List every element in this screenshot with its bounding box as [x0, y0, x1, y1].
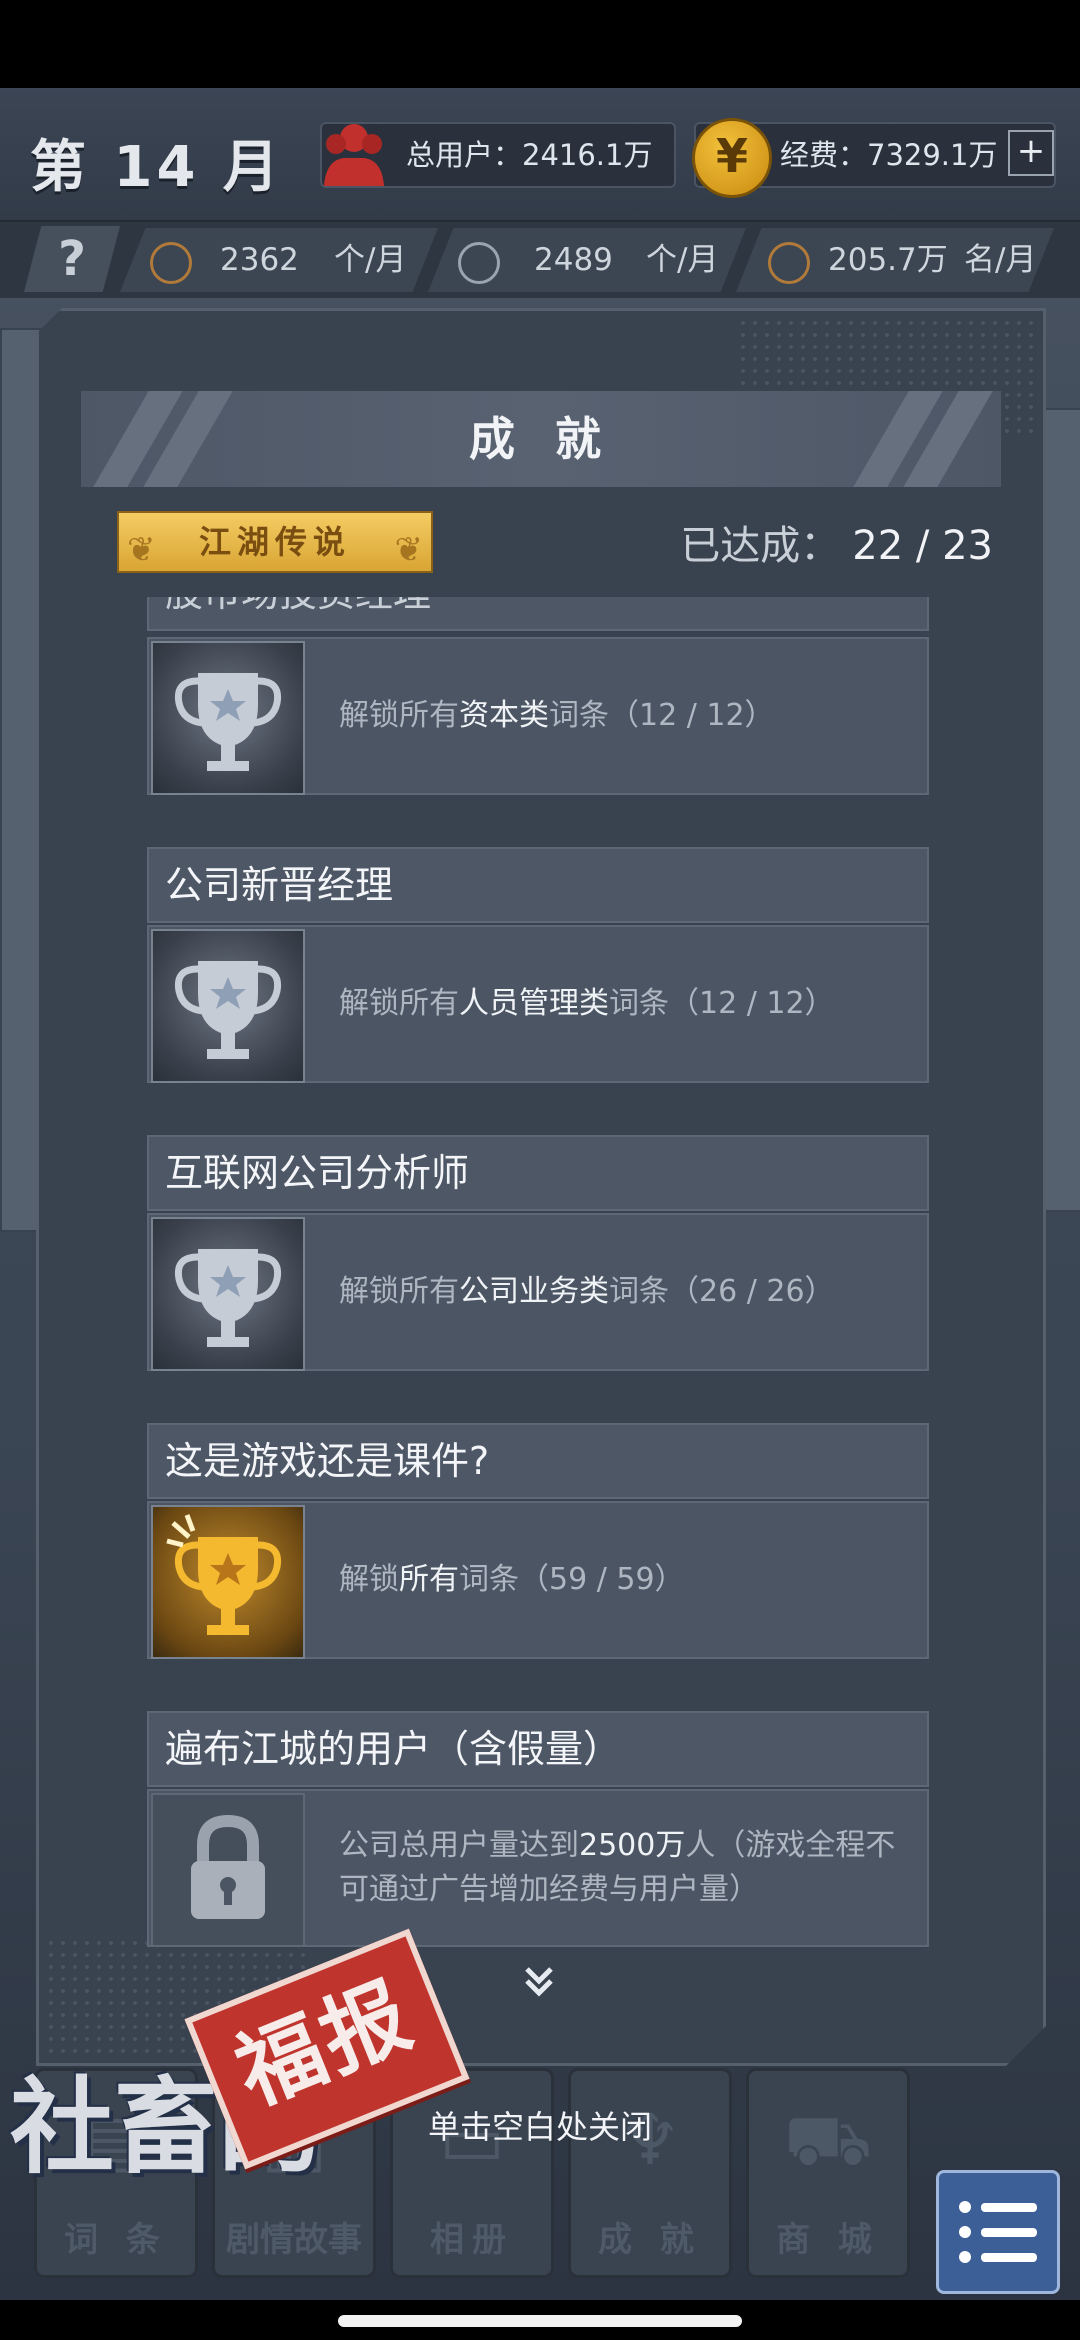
- achievement-title: 这是游戏还是课件?: [147, 1423, 929, 1499]
- achievement-title: 公司新晋经理: [147, 847, 929, 923]
- desc-highlight: 所有: [399, 1562, 459, 1597]
- add-funds-button[interactable]: +: [1008, 130, 1054, 176]
- nav-achievements-button[interactable]: ♆ 成 就: [568, 2068, 732, 2278]
- desc-text: 公司总用户量达到: [339, 1828, 579, 1863]
- menu-icon: [959, 2226, 971, 2238]
- trophy-silver-icon: [151, 1217, 305, 1371]
- scroll-down-icon[interactable]: [519, 1961, 559, 2001]
- badge-label: 江湖传说: [198, 523, 351, 561]
- yen-coin-icon: ¥: [692, 118, 772, 198]
- desc-highlight: 2500万: [579, 1828, 686, 1863]
- stat-unit: 个/月: [334, 242, 407, 278]
- desc-highlight: 资本类: [459, 698, 549, 733]
- panel-title: 成 就: [468, 412, 613, 466]
- menu-button[interactable]: [936, 2170, 1060, 2294]
- menu-icon-line: [981, 2228, 1037, 2237]
- background-building: [1040, 408, 1080, 1212]
- nav-label: 剧情故事: [226, 2220, 362, 2260]
- month-label: 第 14 月: [30, 135, 283, 200]
- stat-unit: 名/月: [964, 242, 1037, 278]
- achieved-count: 22 / 23: [852, 523, 993, 569]
- desc-highlight: 公司业务类: [459, 1274, 609, 1309]
- person-icon: [768, 242, 810, 284]
- nav-label: 词 条: [64, 2220, 168, 2260]
- lock-icon: [151, 1793, 305, 1947]
- desc-text: 解锁所有: [339, 986, 459, 1021]
- trophy-silver-icon: [151, 641, 305, 795]
- wrench-icon: [458, 242, 500, 284]
- achievement-description: 公司总用户量达到2500万人（游戏全程不可通过广告增加经费与用户量）: [339, 1791, 899, 1945]
- top-hud: 第 14 月 总用户：2416.1万 经费：7329.1万 ¥ +: [0, 88, 1080, 223]
- title-badge: ❦ 江湖传说 ❦: [117, 511, 433, 573]
- menu-icon-line: [981, 2253, 1037, 2262]
- achievement-item: 解锁所有公司业务类词条（26 / 26）: [147, 1213, 929, 1371]
- laurel-right-icon: ❦: [394, 530, 423, 570]
- desc-highlight: 人员管理类: [459, 986, 609, 1021]
- nav-label: 相册: [430, 2220, 514, 2260]
- achieved-label: 已达成：: [680, 523, 841, 569]
- achievement-title: 互联网公司分析师: [147, 1135, 929, 1211]
- desc-text: 解锁: [339, 1562, 399, 1597]
- achievement-item: 解锁所有资本类词条（12 / 12）: [147, 637, 929, 795]
- nav-shop-button[interactable]: ⛟ 商 城: [746, 2068, 910, 2278]
- stat-unit: 个/月: [646, 242, 719, 278]
- desc-text: 解锁所有: [339, 1274, 459, 1309]
- lightbulb-icon: [150, 242, 192, 284]
- achievement-title: 遍布江城的用户（含假量）: [147, 1711, 929, 1787]
- achievements-panel: 成 就 ❦ 江湖传说 ❦ 已达成：22 / 23 股市场投资经理 解锁: [36, 308, 1046, 2066]
- menu-icon-line: [981, 2203, 1037, 2212]
- nav-label: 成 就: [598, 2220, 702, 2260]
- stat-value: 2489: [534, 242, 613, 278]
- achievement-title-partial: 股市场投资经理: [147, 597, 929, 631]
- game-logo: 社畜的 福报: [0, 1928, 470, 2188]
- achievement-list[interactable]: 股市场投资经理 解锁所有资本类词条（12 / 12） 公司新晋经理: [111, 597, 973, 1947]
- achievement-item: 公司总用户量达到2500万人（游戏全程不可通过广告增加经费与用户量）: [147, 1789, 929, 1947]
- achievement-item: 解锁所有词条（59 / 59）: [147, 1501, 929, 1659]
- stat-value: 2362: [220, 242, 299, 278]
- trophy-silver-icon: [151, 929, 305, 1083]
- stat-tech: 2489 个/月: [428, 228, 746, 292]
- nav-label: 商 城: [776, 2220, 880, 2260]
- achievement-description: 解锁所有词条（59 / 59）: [339, 1503, 899, 1657]
- achieved-counter: 已达成： 22 / 23: [680, 513, 993, 571]
- menu-icon: [959, 2201, 971, 2213]
- desc-text: 词条（59 / 59）: [459, 1562, 685, 1597]
- menu-icon: [959, 2251, 971, 2263]
- desc-text: 词条（12 / 12）: [549, 698, 775, 733]
- desc-text: 词条（12 / 12）: [609, 986, 835, 1021]
- achievement-description: 解锁所有资本类词条（12 / 12）: [339, 639, 899, 793]
- desc-text: 解锁所有: [339, 698, 459, 733]
- cart-icon: ⛟: [783, 2099, 873, 2181]
- stat-value: 205.7万: [828, 242, 948, 278]
- achievement-description: 解锁所有公司业务类词条（26 / 26）: [339, 1215, 899, 1369]
- trophy-gold-icon: [151, 1505, 305, 1659]
- stat-staff: 205.7万 名/月: [736, 228, 1054, 292]
- status-bar: [0, 0, 1080, 88]
- home-indicator[interactable]: [338, 2315, 742, 2327]
- laurel-left-icon: ❦: [127, 530, 156, 570]
- users-icon: [324, 124, 384, 186]
- achievement-description: 解锁所有人员管理类词条（12 / 12）: [339, 927, 899, 1081]
- panel-header: 成 就: [81, 391, 1001, 487]
- stat-ideas: 2362 个/月: [120, 228, 438, 292]
- desc-text: 词条（26 / 26）: [609, 1274, 835, 1309]
- achievement-item: 解锁所有人员管理类词条（12 / 12）: [147, 925, 929, 1083]
